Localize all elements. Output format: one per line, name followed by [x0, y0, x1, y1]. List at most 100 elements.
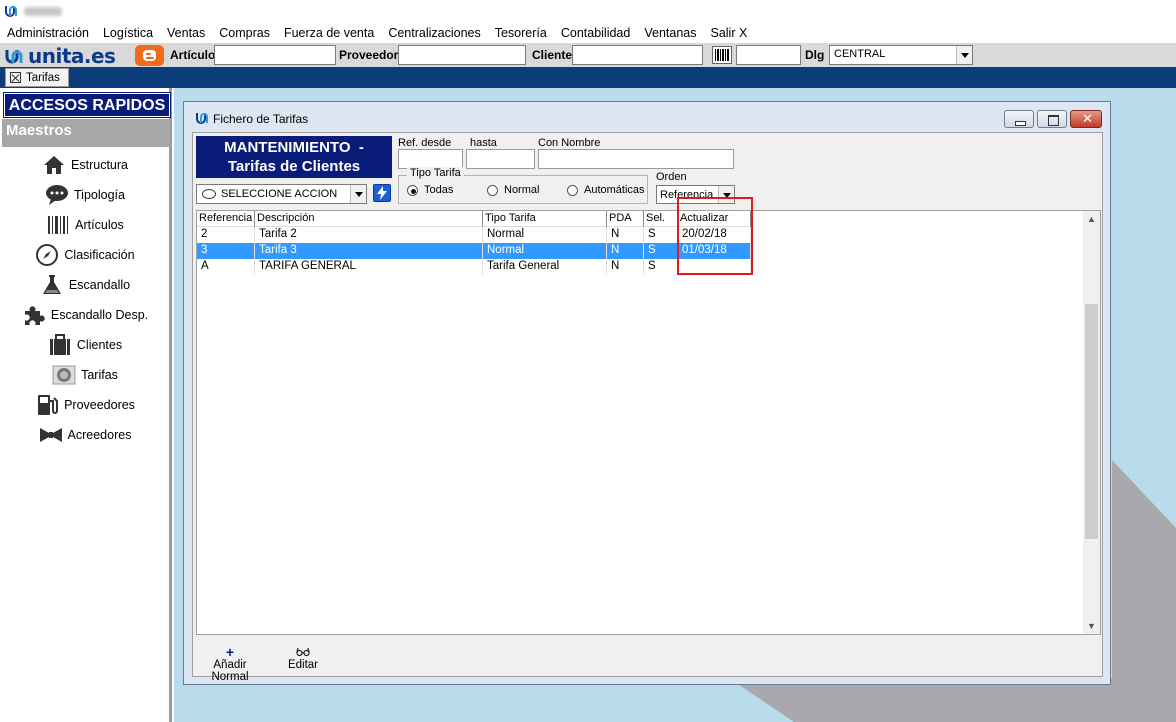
chevron-down-icon[interactable] [956, 46, 972, 64]
sidebar-item-escandallo-desp[interactable]: Escandallo Desp. [0, 302, 170, 328]
sidebar-item-clasificacion[interactable]: Clasificación [0, 242, 170, 268]
radio-normal[interactable]: Normal [487, 184, 539, 196]
blogger-icon[interactable] [135, 45, 164, 66]
column-header-descripcion[interactable]: Descripción [255, 211, 483, 227]
cell-descripcion: TARIFA GENERAL [255, 259, 483, 275]
sidebar-item-label: Proveedores [64, 398, 135, 412]
fichero-tarifas-window: Fichero de Tarifas ✕ MANTENIMIENTO - Tar… [183, 101, 1111, 685]
cell-descripcion: Tarifa 3 [255, 243, 483, 259]
proveedor-label: Proveedor [339, 48, 399, 62]
tipo-tarifa-group: Tipo Tarifa Todas Normal Automáticas [398, 167, 648, 204]
articulo-label: Artículo [170, 48, 216, 62]
window-body: MANTENIMIENTO - Tarifas de Clientes SELE… [192, 132, 1103, 683]
table-row[interactable]: 2 Tarifa 2 Normal N S 20/02/18 [197, 227, 751, 243]
cell-tipo-tarifa: Tarifa General [483, 259, 607, 275]
quick-access-header: ACCESOS RAPIDOS [3, 92, 171, 118]
fuel-pump-icon [38, 395, 59, 415]
lightning-icon [377, 186, 387, 200]
window-titlebar[interactable]: Fichero de Tarifas ✕ [184, 102, 1110, 132]
cell-pda: N [607, 259, 644, 275]
sidebar-item-articulos[interactable]: Artículos [0, 212, 170, 238]
menu-tesoreria[interactable]: Tesorería [488, 26, 554, 40]
window-title: Fichero de Tarifas [213, 112, 309, 126]
radio-indicator[interactable] [487, 184, 498, 196]
sidebar-item-label: Tipología [74, 188, 125, 202]
brand-text: unita.es [28, 44, 116, 68]
briefcase-icon [49, 334, 70, 355]
menu-centralizaciones[interactable]: Centralizaciones [381, 26, 487, 40]
app-titlebar [0, 0, 1176, 22]
radio-label: Normal [504, 184, 540, 196]
quick-access-sidebar: ACCESOS RAPIDOS Maestros Estructura Tipo… [0, 88, 172, 722]
sidebar-item-label: Tarifas [81, 368, 118, 382]
con-nombre-input[interactable] [538, 149, 734, 169]
sidebar-item-label: Clasificación [64, 248, 135, 262]
column-header-pda[interactable]: PDA [607, 211, 644, 227]
scroll-down-icon[interactable]: ▼ [1087, 621, 1096, 631]
cell-sel: S [644, 227, 678, 243]
sidebar-item-label: Acreedores [67, 428, 132, 442]
barcode-input[interactable] [736, 45, 801, 65]
menu-contabilidad[interactable]: Contabilidad [554, 26, 638, 40]
table-row-selected[interactable]: 3 Tarifa 3 Normal N S 01/03/18 [197, 243, 751, 259]
scrollbar-thumb[interactable] [1085, 304, 1098, 539]
menu-logistica[interactable]: Logística [96, 26, 160, 40]
app-title-redacted [24, 7, 62, 16]
sidebar-item-clientes[interactable]: Clientes [0, 332, 170, 358]
ref-desde-input[interactable] [398, 149, 463, 169]
column-header-sel[interactable]: Sel. [644, 211, 678, 227]
menu-salir[interactable]: Salir X [703, 26, 754, 40]
column-header-referencia[interactable]: Referencia [197, 211, 255, 227]
maximize-button[interactable] [1037, 110, 1067, 128]
menu-compras[interactable]: Compras [212, 26, 277, 40]
cell-tipo-tarifa: Normal [483, 243, 607, 259]
edit-button[interactable]: Editar [285, 644, 321, 676]
menu-bar: Administración Logística Ventas Compras … [0, 22, 1176, 43]
hasta-input[interactable] [466, 149, 535, 169]
tipo-tarifa-label: Tipo Tarifa [407, 167, 464, 179]
add-normal-button[interactable]: + Añadir Normal [195, 644, 265, 683]
menu-fuerza-de-venta[interactable]: Fuerza de venta [277, 26, 381, 40]
grid-vertical-scrollbar[interactable]: ▲ ▼ [1083, 211, 1100, 634]
minimize-button[interactable] [1004, 110, 1034, 128]
action-select[interactable]: SELECCIONE ACCION [196, 184, 367, 204]
radio-indicator[interactable] [567, 184, 578, 196]
sidebar-item-estructura[interactable]: Estructura [0, 152, 170, 178]
close-button[interactable]: ✕ [1070, 110, 1102, 128]
sidebar-item-escandallo[interactable]: Escandallo [0, 272, 170, 298]
radio-indicator[interactable] [407, 184, 418, 196]
sidebar-item-acreedores[interactable]: Acreedores [0, 422, 170, 448]
menu-ventas[interactable]: Ventas [160, 26, 212, 40]
sidebar-item-tarifas[interactable]: Tarifas [0, 362, 170, 388]
scroll-up-icon[interactable]: ▲ [1087, 214, 1096, 224]
speech-bubble-icon [202, 189, 216, 199]
cliente-input[interactable] [572, 45, 703, 65]
sidebar-item-label: Estructura [71, 158, 128, 172]
tab-tarifas[interactable]: Tarifas [5, 68, 69, 87]
execute-action-button[interactable] [373, 184, 391, 202]
sidebar-item-tipologia[interactable]: Tipología [0, 182, 170, 208]
search-toolbar: unita.es Artículo Proveedor Cliente Dlg … [0, 43, 1176, 68]
articulo-input[interactable] [214, 45, 336, 65]
cell-sel: S [644, 243, 678, 259]
menu-ventanas[interactable]: Ventanas [637, 26, 703, 40]
column-header-tipo-tarifa[interactable]: Tipo Tarifa [483, 211, 607, 227]
sidebar-item-proveedores[interactable]: Proveedores [0, 392, 170, 418]
proveedor-input[interactable] [398, 45, 526, 65]
maestros-section[interactable]: Maestros [2, 119, 170, 147]
barcode-scan-icon[interactable] [712, 46, 732, 64]
table-row[interactable]: A TARIFA GENERAL Tarifa General N S [197, 259, 751, 275]
close-icon[interactable] [10, 72, 21, 83]
con-nombre-label: Con Nombre [538, 137, 601, 149]
edit-label: Editar [287, 659, 319, 671]
flask-icon [42, 275, 61, 294]
dlg-select[interactable]: CENTRAL [829, 45, 973, 65]
action-select-value: SELECCIONE ACCION [221, 188, 338, 200]
glasses-icon [296, 647, 310, 657]
dlg-select-value: CENTRAL [834, 48, 886, 60]
sidebar-item-label: Clientes [76, 338, 123, 352]
radio-automaticas[interactable]: Automáticas [567, 184, 645, 196]
radio-todas[interactable]: Todas [407, 184, 453, 196]
menu-administracion[interactable]: Administración [0, 26, 96, 40]
chevron-down-icon[interactable] [350, 185, 366, 203]
